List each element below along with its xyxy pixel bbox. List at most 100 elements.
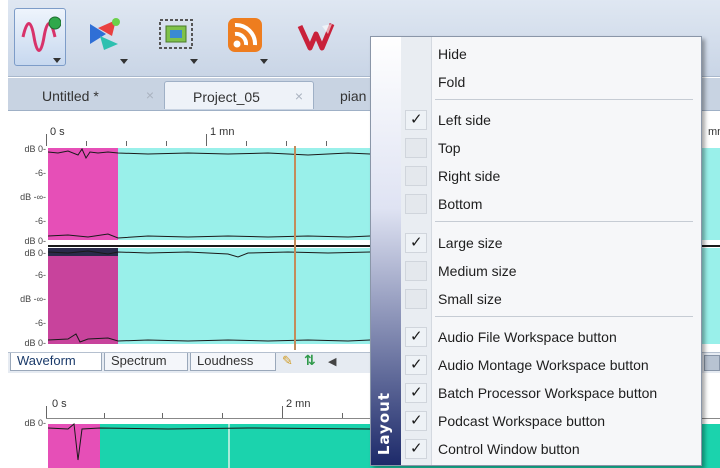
scrollbar-thumb[interactable] xyxy=(704,355,720,371)
db-label: -6- xyxy=(35,168,46,178)
checkmark-icon: ✓ xyxy=(410,110,423,128)
ruler-tick xyxy=(104,413,105,418)
ruler-label: 0 s xyxy=(52,398,67,410)
db-label: dB 0- xyxy=(24,144,46,154)
checkmark-icon: ✓ xyxy=(410,383,423,401)
menu-separator xyxy=(435,221,693,222)
db-label: -6- xyxy=(35,216,46,226)
batch-processor-workspace-icon xyxy=(159,19,193,49)
db-label: dB -∞- xyxy=(20,192,46,202)
db-label: dB 0- xyxy=(24,338,46,348)
db-label: dB 0- xyxy=(24,248,46,258)
ruler-tick xyxy=(46,134,47,146)
tab-spectrum[interactable]: Spectrum xyxy=(104,353,188,371)
menu-item-hide[interactable]: Hide xyxy=(401,41,699,67)
tab-piano[interactable]: pian xyxy=(314,81,374,109)
ruler-tick xyxy=(222,413,223,418)
control-window-button[interactable] xyxy=(290,8,342,66)
menu-item-small-size[interactable]: Small size xyxy=(401,286,699,312)
chevron-down-icon[interactable] xyxy=(53,58,61,63)
checkbox xyxy=(405,138,427,158)
menu-item-podcast-workspace-button[interactable]: ✓ Podcast Workspace button xyxy=(401,408,699,434)
tab-waveform[interactable]: Waveform xyxy=(10,353,102,371)
db-label: -6- xyxy=(35,318,46,328)
db-label: dB 0- xyxy=(24,236,46,246)
checkbox xyxy=(405,289,427,309)
menu-item-label: Right side xyxy=(438,168,501,184)
menu-item-audio-file-workspace-button[interactable]: ✓ Audio File Workspace button xyxy=(401,324,699,350)
checkbox xyxy=(405,166,427,186)
ruler-tick xyxy=(206,134,207,146)
menu-item-label: Batch Processor Workspace button xyxy=(438,385,658,401)
podcast-workspace-button[interactable] xyxy=(220,8,272,66)
menu-item-label: Small size xyxy=(438,291,502,307)
ruler-label: 1 mn xyxy=(210,126,235,138)
menu-item-label: Podcast Workspace button xyxy=(438,413,606,429)
menu-item-large-size[interactable]: ✓ Large size xyxy=(401,230,699,256)
menu-separator xyxy=(435,316,693,317)
menu-item-label: Control Window button xyxy=(438,441,580,457)
menu-item-label: Bottom xyxy=(438,196,483,212)
tab-label: pian xyxy=(340,88,367,104)
menu-separator xyxy=(435,99,693,100)
podcast-workspace-icon xyxy=(228,18,262,52)
menu-item-fold[interactable]: Fold xyxy=(401,69,699,95)
tab-untitled[interactable]: Untitled * × xyxy=(14,81,164,109)
menu-item-label: Audio File Workspace button xyxy=(438,329,617,345)
menu-item-label: Fold xyxy=(438,74,466,90)
ruler-label: 2 mn xyxy=(286,398,311,410)
selected-region-left xyxy=(48,148,118,240)
tab-loudness[interactable]: Loudness xyxy=(190,353,276,371)
close-icon[interactable]: × xyxy=(295,88,303,104)
sort-arrows-icon[interactable]: ⇅ xyxy=(304,353,316,369)
menu-item-left-side[interactable]: ✓ Left side xyxy=(401,107,699,133)
menu-item-label: Left side xyxy=(438,112,491,128)
chevron-down-icon[interactable] xyxy=(120,59,128,64)
menu-item-label: Large size xyxy=(438,235,503,251)
checkbox xyxy=(405,194,427,214)
audio-file-workspace-button[interactable] xyxy=(14,8,66,66)
ruler-tick xyxy=(282,406,283,418)
tab-project-05[interactable]: Project_05 × xyxy=(164,81,314,109)
menu-item-top[interactable]: Top xyxy=(401,135,699,161)
checkmark-icon: ✓ xyxy=(410,439,423,457)
batch-processor-workspace-button[interactable] xyxy=(150,8,202,66)
menu-item-batch-processor-workspace-button[interactable]: ✓ Batch Processor Workspace button xyxy=(401,380,699,406)
menu-item-label: Top xyxy=(438,140,461,156)
db-label: -6- xyxy=(35,270,46,280)
selected-region-right xyxy=(48,248,118,344)
layout-context-menu: Layout Hide Fold ✓ Left side Top Right s… xyxy=(370,36,702,466)
menu-item-medium-size[interactable]: Medium size xyxy=(401,258,699,284)
menu-item-audio-montage-workspace-button[interactable]: ✓ Audio Montage Workspace button xyxy=(401,352,699,378)
menu-item-right-side[interactable]: Right side xyxy=(401,163,699,189)
ruler-label: 0 s xyxy=(50,126,65,138)
menu-item-control-window-button[interactable]: ✓ Control Window button xyxy=(401,436,699,462)
ruler-tick xyxy=(46,406,47,418)
playhead-cursor[interactable] xyxy=(294,146,296,350)
checkmark-icon: ✓ xyxy=(410,411,423,429)
db-label: dB 0- xyxy=(24,418,46,428)
checkmark-icon: ✓ xyxy=(410,233,423,251)
pin-icon[interactable]: ✎ xyxy=(282,354,293,369)
wavelab-window: Untitled * × Project_05 × pian 0 s 1 mn … xyxy=(0,0,720,468)
menu-item-bottom[interactable]: Bottom xyxy=(401,191,699,217)
tab-label: Project_05 xyxy=(193,89,260,105)
control-window-icon xyxy=(297,23,335,51)
tab-label: Untitled * xyxy=(42,88,99,104)
menu-title-strip: Layout xyxy=(371,37,401,465)
ruler-tick xyxy=(342,413,343,418)
audio-montage-workspace-icon xyxy=(90,18,120,50)
checkmark-icon: ✓ xyxy=(410,355,423,373)
menu-item-label: Audio Montage Workspace button xyxy=(438,357,649,373)
audio-montage-workspace-button[interactable] xyxy=(80,8,132,66)
close-icon[interactable]: × xyxy=(146,87,154,103)
db-label: dB -∞- xyxy=(20,294,46,304)
checkmark-icon: ✓ xyxy=(410,327,423,345)
ruler-label: mn xyxy=(708,126,720,138)
menu-item-label: Medium size xyxy=(438,263,517,279)
scroll-left-icon[interactable]: ◀ xyxy=(328,355,336,368)
checkbox xyxy=(405,261,427,281)
chevron-down-icon[interactable] xyxy=(260,59,268,64)
chevron-down-icon[interactable] xyxy=(190,59,198,64)
menu-item-label: Hide xyxy=(438,46,467,62)
